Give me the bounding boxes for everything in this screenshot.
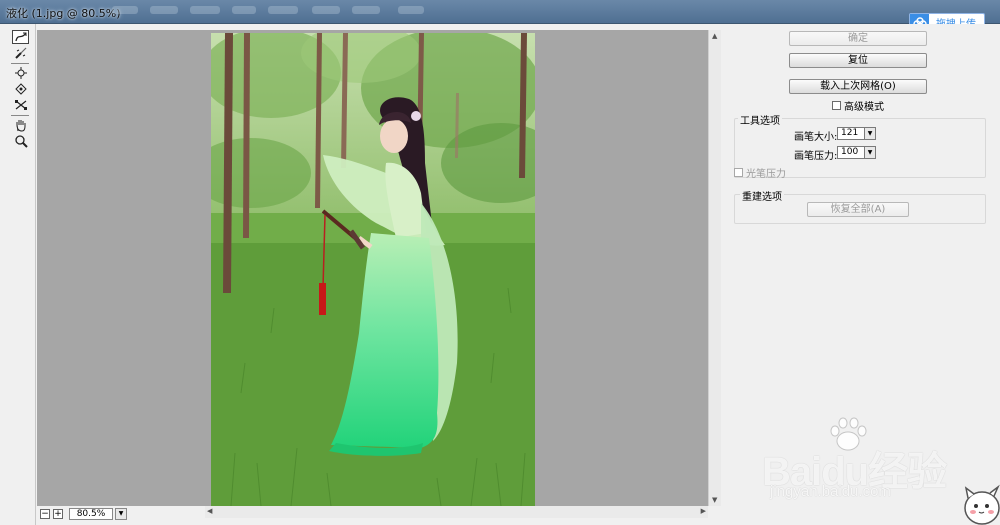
blurred-menu-item: [398, 6, 424, 14]
window-title: 液化 (1.jpg @ 80.5%): [6, 7, 121, 20]
blurred-menu-item: [312, 6, 340, 14]
brush-size-dropdown-icon[interactable]: ▼: [864, 127, 876, 140]
restore-all-button[interactable]: 恢复全部(A): [807, 202, 909, 217]
checkbox-box[interactable]: [734, 168, 743, 177]
zoom-control: − + 80.5% ▼: [40, 508, 127, 520]
reconstruct-options-title: 重建选项: [740, 188, 784, 203]
mascot-icon: [964, 484, 1000, 525]
scroll-right-icon[interactable]: ▶: [701, 507, 706, 515]
tool-options-title: 工具选项: [738, 112, 782, 127]
checkbox-box[interactable]: [832, 101, 841, 110]
zoom-in-button[interactable]: +: [53, 509, 63, 519]
preview-canvas[interactable]: [37, 30, 708, 506]
stylus-pressure-label: 光笔压力: [746, 169, 786, 180]
scroll-up-icon[interactable]: ▲: [712, 32, 717, 40]
load-last-mesh-button[interactable]: 载入上次网格(O): [789, 79, 927, 94]
watermark-url: jingyan.baidu.com: [770, 483, 891, 500]
blurred-menu-item: [232, 6, 256, 14]
zoom-out-button[interactable]: −: [40, 509, 50, 519]
blurred-menu-item: [112, 6, 138, 14]
reconstruct-icon[interactable]: [12, 46, 29, 60]
horizontal-scrollbar[interactable]: ◀ ▶: [205, 506, 708, 518]
zoom-icon[interactable]: [12, 134, 29, 148]
title-bar: 液化 (1.jpg @ 80.5%): [0, 0, 1000, 24]
hand-icon[interactable]: [12, 118, 29, 132]
brush-size-label: 画笔大小:: [794, 132, 838, 143]
blurred-menu-item: [268, 6, 298, 14]
scroll-down-icon[interactable]: ▼: [712, 496, 717, 504]
reset-button[interactable]: 复位: [789, 53, 927, 68]
stylus-pressure-checkbox[interactable]: 光笔压力: [734, 165, 786, 180]
pucker-icon[interactable]: [12, 66, 29, 80]
toolbar-separator: [11, 115, 29, 116]
brush-pressure-label: 画笔压力:: [794, 151, 838, 162]
forward-warp-icon[interactable]: [12, 30, 29, 44]
bloat-icon[interactable]: [12, 82, 29, 96]
baidu-watermark: Baidu经验 jingyan.baidu.com: [762, 415, 992, 505]
advanced-mode-checkbox[interactable]: 高级模式: [832, 98, 884, 113]
advanced-mode-label: 高级模式: [844, 102, 884, 113]
brush-pressure-dropdown-icon[interactable]: ▼: [864, 146, 876, 159]
blurred-menu-item: [190, 6, 220, 14]
brush-size-field[interactable]: 121: [837, 127, 865, 140]
vertical-scrollbar[interactable]: ▲ ▼: [708, 30, 721, 506]
zoom-level-field[interactable]: 80.5%: [69, 508, 113, 520]
scroll-left-icon[interactable]: ◀: [207, 507, 212, 515]
toolbar-separator: [11, 63, 29, 64]
push-left-icon[interactable]: [12, 98, 29, 112]
blurred-menu-item: [150, 6, 178, 14]
preview-photo: [211, 33, 535, 506]
zoom-dropdown-icon[interactable]: ▼: [115, 508, 127, 520]
ok-button[interactable]: 确定: [789, 31, 927, 46]
tool-palette: [0, 24, 36, 525]
brush-pressure-field[interactable]: 100: [837, 146, 865, 159]
blurred-menu-item: [352, 6, 380, 14]
